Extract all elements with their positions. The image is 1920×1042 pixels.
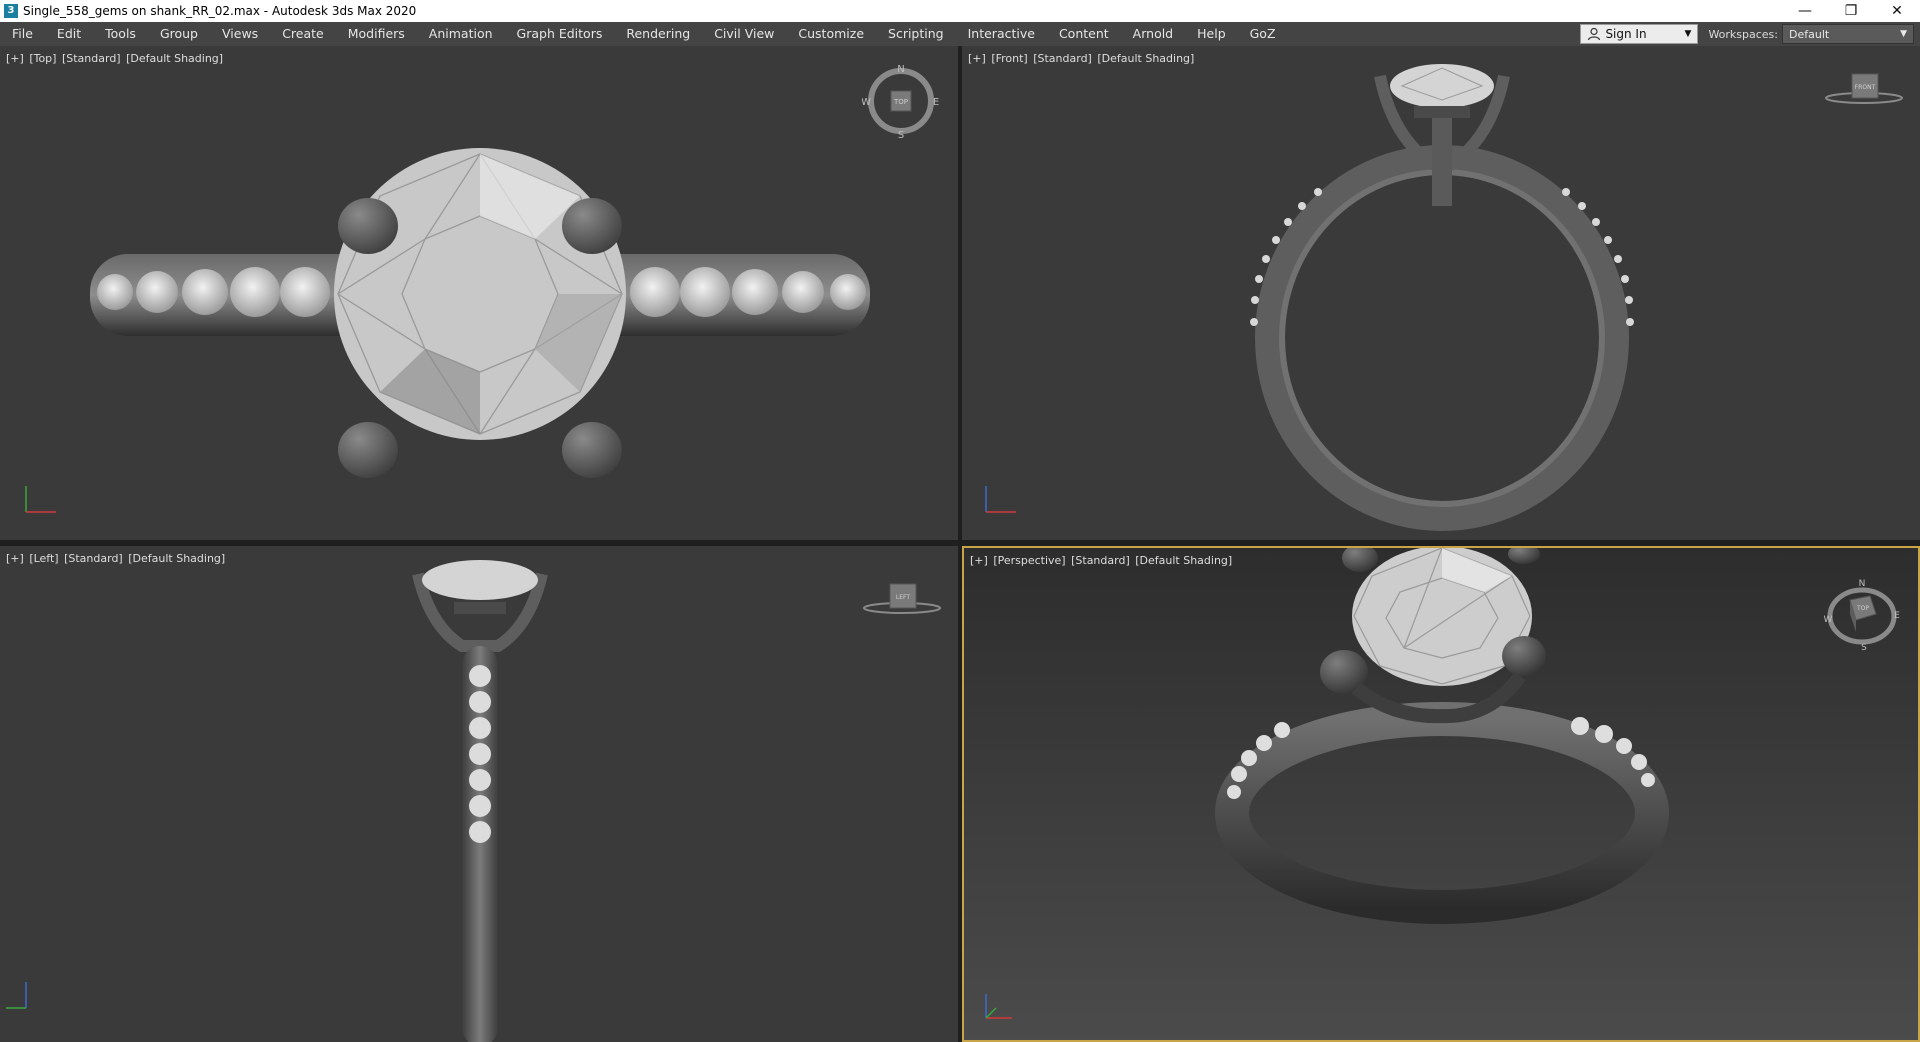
- compass-south: S: [898, 130, 904, 140]
- compass-south: S: [1861, 643, 1867, 652]
- viewcube[interactable]: LEFT: [860, 578, 944, 618]
- left-view-ring-render: [412, 560, 548, 1042]
- compass-west: W: [862, 97, 871, 108]
- menu-goz[interactable]: GoZ: [1238, 22, 1288, 46]
- viewport-front[interactable]: [+] [Front] [Standard] [Default Shading]…: [962, 46, 1920, 540]
- menu-graph-editors[interactable]: Graph Editors: [505, 22, 615, 46]
- viewcube-compass[interactable]: TOP N S E W: [1824, 576, 1902, 652]
- menu-tools[interactable]: Tools: [93, 22, 148, 46]
- workspaces-label: Workspaces:: [1708, 27, 1778, 41]
- menu-help[interactable]: Help: [1185, 22, 1238, 46]
- viewport-view-name[interactable]: [Front]: [991, 52, 1027, 65]
- viewcube-label: FRONT: [1855, 84, 1876, 91]
- chevron-down-icon: ▼: [1900, 29, 1907, 39]
- axis-tripod-icon: [985, 486, 1016, 513]
- viewport-label-perspective[interactable]: [+] [Perspective] [Standard] [Default Sh…: [970, 554, 1234, 567]
- restore-button[interactable]: ❐: [1828, 0, 1874, 22]
- viewport-shading[interactable]: [Default Shading]: [1097, 52, 1194, 65]
- viewport-shading[interactable]: [Default Shading]: [126, 52, 223, 65]
- compass-north: N: [897, 64, 904, 75]
- title-bar: 3 Single_558_gems on shank_RR_02.max - A…: [0, 0, 1920, 22]
- menu-civil-view[interactable]: Civil View: [702, 22, 786, 46]
- menu-views[interactable]: Views: [210, 22, 270, 46]
- viewcube-label: TOP: [1856, 605, 1869, 612]
- workspaces-dropdown[interactable]: Default ▼: [1782, 24, 1914, 44]
- minimize-button[interactable]: —: [1782, 0, 1828, 22]
- front-view-ring-render: [1250, 64, 1634, 531]
- menu-file[interactable]: File: [0, 22, 45, 46]
- menu-create[interactable]: Create: [270, 22, 336, 46]
- viewport-splitter-horizontal[interactable]: [0, 540, 1920, 546]
- menu-interactive[interactable]: Interactive: [956, 22, 1047, 46]
- sign-in-label: Sign In: [1605, 27, 1647, 41]
- viewport-shading[interactable]: [Default Shading]: [128, 552, 225, 565]
- viewport-view-name[interactable]: [Top]: [29, 52, 56, 65]
- compass-north: N: [1859, 579, 1866, 589]
- top-view-ring-render: [90, 148, 870, 478]
- menu-group[interactable]: Group: [148, 22, 210, 46]
- viewport-view-name[interactable]: [Perspective]: [993, 554, 1065, 567]
- viewport-top[interactable]: [+] [Top] [Standard] [Default Shading] T…: [0, 46, 958, 540]
- viewport-shading[interactable]: [Default Shading]: [1135, 554, 1232, 567]
- app-icon: 3: [4, 4, 18, 18]
- menu-content[interactable]: Content: [1047, 22, 1121, 46]
- compass-east: E: [933, 97, 939, 108]
- axis-tripod-icon: [25, 486, 56, 513]
- axis-tripod-icon: [6, 982, 27, 1009]
- viewport-label-front[interactable]: [+] [Front] [Standard] [Default Shading]: [968, 52, 1196, 65]
- sign-in-dropdown[interactable]: Sign In ▼: [1580, 24, 1699, 44]
- menu-customize[interactable]: Customize: [786, 22, 876, 46]
- menu-rendering[interactable]: Rendering: [614, 22, 702, 46]
- viewport-label-top[interactable]: [+] [Top] [Standard] [Default Shading]: [6, 52, 225, 65]
- viewport-plus-menu[interactable]: [+]: [968, 52, 986, 65]
- viewport-left[interactable]: [+] [Left] [Standard] [Default Shading] …: [0, 546, 958, 1042]
- chevron-down-icon: ▼: [1684, 29, 1692, 39]
- viewport-plus-menu[interactable]: [+]: [6, 552, 24, 565]
- perspective-ring-render: [1215, 548, 1669, 924]
- compass-east: E: [1894, 611, 1900, 621]
- viewcube-label: TOP: [893, 98, 908, 106]
- user-icon: [1588, 27, 1601, 41]
- viewport-mode[interactable]: [Standard]: [1071, 554, 1130, 567]
- workspace-value: Default: [1789, 27, 1830, 41]
- viewport-perspective[interactable]: [+] [Perspective] [Standard] [Default Sh…: [962, 546, 1920, 1042]
- compass-west: W: [1824, 615, 1833, 625]
- menu-scripting[interactable]: Scripting: [876, 22, 956, 46]
- viewcube[interactable]: FRONT: [1822, 68, 1906, 108]
- viewport-mode[interactable]: [Standard]: [64, 552, 123, 565]
- viewcube-compass[interactable]: TOP N S E W: [862, 62, 940, 140]
- viewport-mode[interactable]: [Standard]: [1033, 52, 1092, 65]
- viewport-mode[interactable]: [Standard]: [62, 52, 121, 65]
- viewcube-label: LEFT: [896, 594, 910, 601]
- window-title: Single_558_gems on shank_RR_02.max - Aut…: [23, 4, 417, 18]
- close-button[interactable]: ✕: [1874, 0, 1920, 22]
- menu-arnold[interactable]: Arnold: [1121, 22, 1185, 46]
- viewport-label-left[interactable]: [+] [Left] [Standard] [Default Shading]: [6, 552, 227, 565]
- axis-tripod-icon: [985, 994, 1012, 1019]
- menu-edit[interactable]: Edit: [45, 22, 93, 46]
- viewport-plus-menu[interactable]: [+]: [6, 52, 24, 65]
- menu-modifiers[interactable]: Modifiers: [336, 22, 417, 46]
- menu-animation[interactable]: Animation: [417, 22, 505, 46]
- menu-bar: File Edit Tools Group Views Create Modif…: [0, 22, 1920, 47]
- viewport-view-name[interactable]: [Left]: [29, 552, 58, 565]
- viewport-plus-menu[interactable]: [+]: [970, 554, 988, 567]
